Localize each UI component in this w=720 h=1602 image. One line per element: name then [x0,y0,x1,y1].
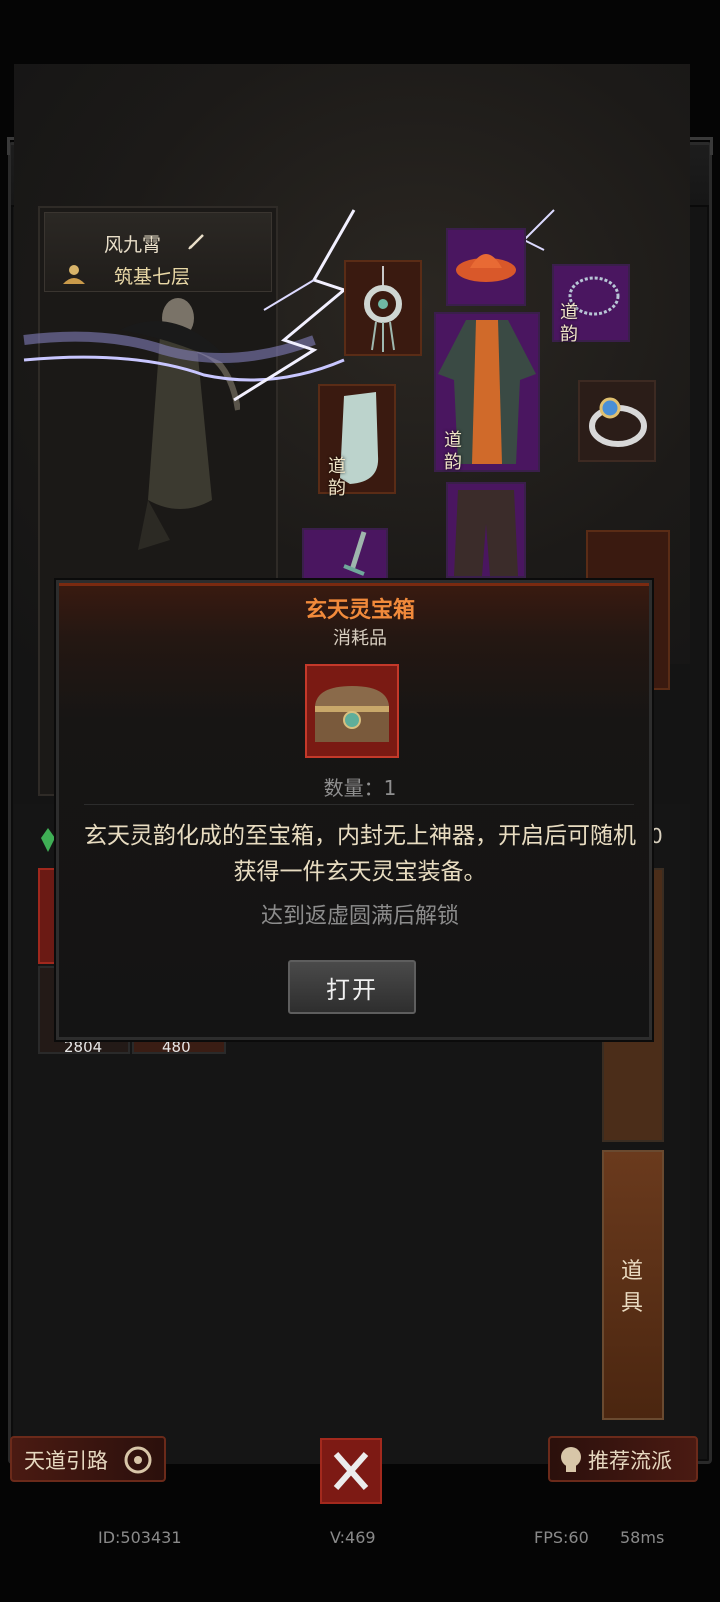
item-count: 2804 [64,1038,103,1056]
edit-name-icon[interactable] [186,230,208,252]
equipment-slot-hat[interactable] [446,228,526,306]
equipment-slot-ring[interactable] [578,380,656,462]
item-count: 480 [162,1038,191,1056]
hat-icon [456,254,516,282]
recommended-build-button[interactable]: 推荐流派 [548,1436,698,1482]
latency: 58ms [620,1528,665,1547]
character-realm: 筑基七层 [114,266,191,288]
skull-icon [561,1447,581,1472]
tab-items-label: 道具 [621,1259,644,1316]
item-name: 玄天灵宝箱 [304,598,415,623]
version: V:469 [330,1528,376,1547]
realm-icon [63,265,85,284]
item-quantity: 数量：1 [323,776,397,800]
tiandao-guide-label: 天道引路 [24,1449,108,1473]
equipment-slot-robe[interactable]: 道韵 [434,312,540,473]
item-type: 消耗品 [333,628,387,649]
popup-divider [84,804,634,805]
dao-yun-badge: 道韵 [560,302,578,345]
equipment-slot-pants[interactable] [446,482,526,578]
character-name: 风九霄 [104,234,162,256]
treasure-chest-icon [315,686,389,742]
open-button[interactable]: 打开 [288,960,416,1014]
character-figure [120,298,240,550]
fps-counter: FPS:60 [534,1528,589,1547]
equipment-slot-weapon[interactable] [302,528,388,580]
recommended-build-label: 推荐流派 [588,1449,672,1473]
crossed-swords-icon [333,1452,369,1490]
item-description: 玄天灵韵化成的至宝箱，内封无上神器，开启后可随机获得一件玄天灵宝装备。 [84,823,636,885]
ring-icon [589,397,647,447]
sword-icon [343,531,367,576]
game-screen: 行囊 风九霄 筑基七层 [0,0,720,1602]
player-id: ID:503431 [98,1528,182,1547]
swirl-icon [124,1446,152,1474]
equipment-slot-pendant[interactable] [344,260,422,356]
unlock-hint: 达到返虚圆满后解锁 [260,904,459,929]
item-icon-slot [305,664,399,758]
equipment-slot-boots[interactable]: 道韵 [318,384,396,499]
equipment-slot-necklace[interactable]: 道韵 [552,264,630,345]
pants-icon [454,490,518,576]
dao-yun-badge: 道韵 [444,430,462,473]
tiandao-guide-button[interactable]: 天道引路 [10,1436,166,1482]
pendant-icon [364,266,402,352]
spirit-stone-icon [41,828,55,852]
close-button[interactable] [320,1438,382,1504]
dao-yun-badge: 道韵 [328,456,346,499]
